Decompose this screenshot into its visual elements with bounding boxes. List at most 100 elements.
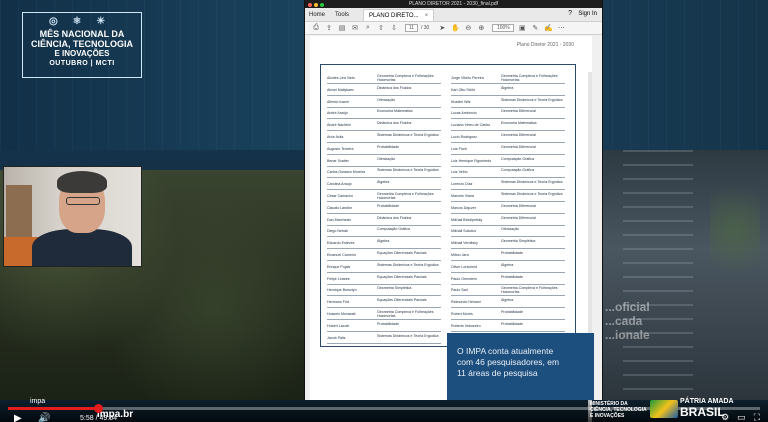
maximize-window-button[interactable]: [320, 3, 324, 7]
research-area: Dinâmica dos Fluidos: [377, 121, 412, 126]
play-icon[interactable]: ▶: [14, 413, 22, 422]
table-row: Khadim War Sistemas Dinâmicos e Teoria Er…: [451, 97, 565, 108]
researcher-name: Eduardo Esteves: [327, 241, 355, 246]
comment-icon[interactable]: ✎: [530, 24, 540, 32]
research-area: Geometria Diferencial: [501, 203, 536, 208]
sign-in-button[interactable]: Sign In: [578, 11, 597, 17]
settings-icon[interactable]: ⚙: [721, 412, 729, 422]
researcher-name: Lucas Ambrozio: [451, 111, 477, 116]
research-area: Probabilidade: [501, 321, 523, 326]
research-area: Probabilidade: [501, 251, 523, 255]
research-area: Dinâmica dos Fluidos: [377, 215, 412, 220]
brazil-flag-icon: [650, 400, 678, 418]
table-row: Lucas Ambrozio Geometria Diferencial: [451, 108, 565, 120]
research-area: Álgebra: [377, 180, 390, 185]
table-row: Carolina Araujo Álgebra: [327, 179, 441, 191]
researcher-name: André Araújo: [327, 111, 348, 116]
email-icon[interactable]: ✉: [350, 24, 360, 32]
volume-icon[interactable]: 🔊: [38, 413, 50, 422]
progress-bar[interactable]: [8, 404, 760, 413]
researcher-name: Hermano Frid: [327, 300, 349, 305]
researcher-name: Robert Morris: [451, 312, 473, 316]
table-row: Alexei Mailybaev Dinâmica dos Fluidos: [327, 85, 441, 96]
researcher-name: Roberto Imbuzeiro: [451, 323, 481, 328]
researcher-name: Jacob Palis: [327, 335, 346, 340]
research-area: Geometria Complexa e Folheações Holomorf…: [501, 286, 558, 295]
zoom-in-icon[interactable]: ⊕: [476, 24, 486, 32]
close-window-button[interactable]: [308, 3, 312, 7]
zoom-select[interactable]: 100%: [492, 24, 515, 32]
zoom-out-icon[interactable]: ⊖: [463, 24, 473, 32]
research-area: Otimização: [377, 156, 395, 161]
toolbar: ⎙ ⇪ ▤ ✉ ⌕ ⇧ ⇩ 11 / 30 ➤ ✋ ⊖ ⊕ 100% ▣ ✎ ✍…: [305, 22, 602, 35]
speaker-glasses: [66, 197, 100, 205]
research-area: Geometria Simplética: [377, 286, 412, 291]
table-row: Jorge Vitório Pereira Geometria Complexa …: [451, 73, 565, 84]
researcher-name: Paulo Sad: [451, 288, 468, 293]
sign-icon[interactable]: ✍: [543, 24, 553, 32]
event-line-1: MÊS NACIONAL DA: [39, 29, 125, 39]
bg-word: ...ionale: [605, 328, 650, 342]
video-player[interactable]: ...oficial ...cada ...ionale ◎ ⚛ ☀ MÊS N…: [0, 0, 768, 422]
researcher-name: Paulo Orenstein: [451, 276, 477, 281]
menu-home[interactable]: Home: [309, 12, 325, 18]
research-area: Geometria Diferencial: [501, 144, 536, 149]
bg-word: ...oficial: [605, 300, 650, 314]
research-area: Probabilidade: [501, 310, 523, 314]
print-icon[interactable]: ▤: [337, 24, 347, 32]
table-row: Hossein Movasati Geometria Complexa e Fol…: [327, 309, 441, 320]
research-area: Geometria Diferencial: [501, 109, 536, 114]
search-icon[interactable]: ⌕: [363, 24, 373, 32]
table-row: Hermano Frid Equações Diferenciais Parcia…: [327, 297, 441, 309]
researcher-name: Luiz Velho: [451, 170, 468, 175]
researcher-name: Luciano Irineu de Castro: [451, 123, 491, 128]
researcher-name: Mikhail Solodov: [451, 229, 477, 234]
document-tab[interactable]: PLANO DIRETO... ×: [363, 8, 435, 21]
research-area: Otimização: [377, 97, 395, 102]
upload-icon[interactable]: ⇪: [324, 24, 334, 32]
research-area: Geometria Diferencial: [501, 215, 536, 220]
menu-tools[interactable]: Tools: [335, 12, 349, 18]
table-row: Henrique Bursztyn Geometria Simplética: [327, 285, 441, 297]
researcher-name: André Nachbin: [327, 123, 351, 128]
researcher-name: Milton Jara: [451, 253, 469, 257]
researcher-name: Luis Florit: [451, 146, 467, 151]
researcher-name: Hubert Lacoin: [327, 323, 350, 328]
research-area: Dinâmica dos Fluidos: [377, 85, 412, 90]
fullscreen-icon[interactable]: ⛶: [754, 412, 760, 422]
fit-page-icon[interactable]: ▣: [517, 24, 527, 32]
info-banner: O IMPA conta atualmente com 46 pesquisad…: [447, 333, 594, 400]
researcher-name: Cesar Camacho: [327, 194, 353, 198]
save-icon[interactable]: ⎙: [311, 24, 321, 32]
banner-line-2: com 46 pesquisadores, em: [457, 357, 560, 367]
researcher-name: Alexei Mailybaev: [327, 87, 354, 92]
table-row: Marcelo Viana Sistemas Dinâmicos e Teoria…: [451, 191, 565, 202]
cursor-icon[interactable]: ➤: [437, 24, 447, 32]
help-icon[interactable]: ?: [568, 10, 572, 17]
minimize-window-button[interactable]: [314, 3, 318, 7]
next-page-icon[interactable]: ⇩: [389, 24, 399, 32]
researcher-name: Carlos Gustavo Moreira: [327, 170, 365, 175]
table-row: Marcos Dajczer Geometria Diferencial: [451, 203, 565, 214]
research-area: Economia Matemática: [377, 109, 413, 114]
banner-line-3: 11 áreas de pesquisa: [457, 368, 538, 378]
researcher-name: Enrique Pujals: [327, 264, 351, 269]
background-text: ...oficial ...cada ...ionale: [605, 300, 665, 342]
prev-page-icon[interactable]: ⇧: [376, 24, 386, 32]
researcher-name: Mikhail Belolipetsky: [451, 217, 483, 222]
researcher-name: Jorge Vitório Pereira: [451, 76, 484, 80]
table-row: Felipe Linares Equações Diferenciais Parc…: [327, 274, 441, 285]
hand-icon[interactable]: ✋: [450, 24, 460, 32]
table-row: Karl-Otto Stöhr Álgebra: [451, 85, 565, 96]
research-area: Sistemas Dinâmicos e Teoria Ergódica: [377, 333, 439, 338]
more-icon[interactable]: ⋯: [556, 24, 566, 32]
table-row: Lucio Rodriguez Geometria Diferencial: [451, 132, 565, 143]
tab-close-icon[interactable]: ×: [425, 13, 429, 19]
table-row: Luciano Irineu de Castro Economia Matemát…: [451, 120, 565, 132]
researcher-name: Henrique Bursztyn: [327, 288, 357, 293]
table-row: Paulo Orenstein Probabilidade: [451, 274, 565, 285]
theater-icon[interactable]: ▭: [737, 412, 746, 422]
table-row: Mikhail Belolipetsky Geometria Diferencia…: [451, 215, 565, 226]
page-number-input[interactable]: 11: [405, 24, 418, 32]
researcher-name: Carolina Araujo: [327, 182, 352, 187]
